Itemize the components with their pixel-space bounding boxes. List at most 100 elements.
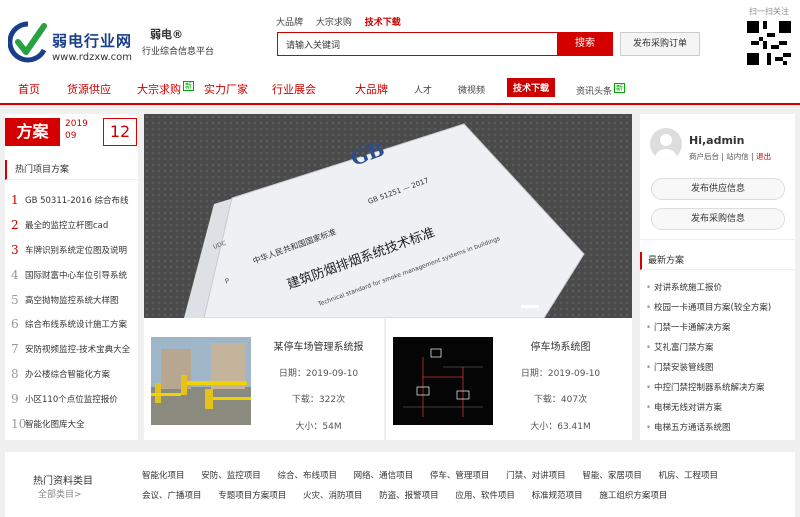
list-item[interactable]: 门禁一卡通解决方案 xyxy=(646,318,791,338)
category-link[interactable]: 施工组织方案项目 xyxy=(599,491,667,501)
search-tab-bulk[interactable]: 大宗求购 xyxy=(316,18,352,28)
latest-heading: 最新方案 xyxy=(640,252,795,270)
avatar[interactable] xyxy=(650,128,682,160)
list-item[interactable]: 艾礼富门禁方案 xyxy=(646,338,791,358)
category-link[interactable]: 综合、布线项目 xyxy=(277,471,337,481)
banner-photo: GB GB 51251 — 2017 中华人民共和国国家标准 建筑防烟排烟系统技… xyxy=(144,114,632,318)
download-card[interactable]: 停车场系统图 日期：2019-09-10 下载：407次 大小：63.41M xyxy=(386,318,632,440)
list-item[interactable]: 6 综合布线系统设计施工方案 xyxy=(5,312,138,337)
qr-label: 扫一扫关注 xyxy=(749,7,789,16)
category-link[interactable]: 会议、广播项目 xyxy=(142,491,202,501)
list-item[interactable]: 4 国际财富中心车位引导系统 xyxy=(5,262,138,287)
user-panel: Hi,admin 商户后台 | 站内信 | 退出 发布供应信息 发布采购信息 xyxy=(640,114,795,240)
nav-item-video[interactable]: 微视频 xyxy=(458,83,485,96)
card-date: 日期：2019-09-10 xyxy=(520,369,601,379)
categories-panel: 热门资料类目 全部类目> 智能化项目 安防、监控项目 综合、布线项目 网络、通信… xyxy=(5,452,795,517)
card-title[interactable]: 停车场系统图 xyxy=(498,338,623,353)
category-link[interactable]: 停车、管理项目 xyxy=(430,471,490,481)
user-greeting: Hi,admin xyxy=(689,134,745,147)
download-card[interactable]: 某停车场管理系统报 日期：2019-09-10 下载：322次 大小：54M xyxy=(144,318,384,440)
slogan-tagline: 行业综合信息平台 xyxy=(142,47,215,57)
carousel-indicator[interactable] xyxy=(521,305,539,308)
right-column: Hi,admin 商户后台 | 站内信 | 退出 发布供应信息 发布采购信息 最… xyxy=(640,114,795,440)
logo-mark-icon xyxy=(8,21,47,63)
category-link[interactable]: 门禁、对讲项目 xyxy=(506,471,566,481)
publish-order-button[interactable]: 发布采购订单 xyxy=(620,32,700,56)
left-column: 方案 2019 09 12 热门项目方案 1 GB 50311-2016 综合布线 … xyxy=(5,114,138,440)
publish-purchase-button[interactable]: 发布采购信息 xyxy=(651,208,785,230)
nav-item-supply[interactable]: 货源供应 xyxy=(67,81,111,97)
list-item[interactable]: 7 安防视频监控-技术宝典大全 xyxy=(5,337,138,362)
card-downloads: 下载：322次 xyxy=(291,395,346,405)
logo-name: 弱电行业网 xyxy=(52,32,133,50)
parking-photo-thumb[interactable] xyxy=(151,337,251,425)
nav-item-talent[interactable]: 人才 xyxy=(414,83,432,96)
nav-item-expo[interactable]: 行业展会 xyxy=(272,81,316,97)
search-input[interactable]: 请输入关键词 xyxy=(277,32,557,56)
main-nav: 首页 货源供应 大宗求购新 实力厂家 行业展会 大品牌 人才 微视频 技术下载 … xyxy=(0,73,800,105)
category-link[interactable]: 标准规范项目 xyxy=(532,491,583,501)
category-row: 会议、广播项目 专题项目方案项目 火灾、消防项目 防盗、报警项目 应用、软件项目… xyxy=(142,489,681,501)
category-row: 智能化项目 安防、监控项目 综合、布线项目 网络、通信项目 停车、管理项目 门禁… xyxy=(142,469,732,481)
all-categories-link[interactable]: 全部类目> xyxy=(38,487,82,500)
nav-item-bulk[interactable]: 大宗求购新 xyxy=(137,81,194,97)
qr-block: 扫一扫关注 xyxy=(740,6,798,69)
list-item[interactable]: 8 办公楼综合智能化方案 xyxy=(5,362,138,387)
logout-link[interactable]: 退出 xyxy=(756,152,771,161)
card-date: 日期：2019-09-10 xyxy=(278,369,359,379)
day-number: 12 xyxy=(103,118,137,146)
list-item[interactable]: 10 智能化图库大全 xyxy=(5,411,138,436)
category-link[interactable]: 网络、通信项目 xyxy=(354,471,414,481)
search-tab-download[interactable]: 技术下载 xyxy=(365,18,401,28)
logo-url: www.rdzxw.com xyxy=(52,52,133,63)
list-item[interactable]: 2 最全的监控立杆图cad xyxy=(5,213,138,238)
banner-image[interactable]: GB GB 51251 — 2017 中华人民共和国国家标准 建筑防烟排烟系统技… xyxy=(144,114,632,318)
qr-code-icon xyxy=(747,21,791,65)
list-item[interactable]: 1 GB 50311-2016 综合布线 xyxy=(5,188,138,213)
category-link[interactable]: 应用、软件项目 xyxy=(455,491,515,501)
inbox-link[interactable]: 站内信 xyxy=(726,152,749,161)
card-downloads: 下载：407次 xyxy=(533,395,588,405)
header: 弱电行业网 www.rdzxw.com 弱电® 行业综合信息平台 大品牌 大宗求… xyxy=(0,0,800,73)
category-link[interactable]: 智能、家居项目 xyxy=(582,471,642,481)
nav-item-brand[interactable]: 大品牌 xyxy=(355,81,388,97)
category-link[interactable]: 火灾、消防项目 xyxy=(303,491,363,501)
list-item[interactable]: 校园一卡通项目方案(较全方案) xyxy=(646,298,791,318)
site-logo[interactable]: 弱电行业网 www.rdzxw.com xyxy=(8,20,138,68)
date-header: 方案 2019 09 12 xyxy=(5,114,138,150)
backend-link[interactable]: 商户后台 xyxy=(689,152,719,161)
list-item[interactable]: 电梯无线对讲方案 xyxy=(646,398,791,418)
latest-list: 对讲系统施工报价 校园一卡通项目方案(较全方案) 门禁一卡通解决方案 艾礼富门禁… xyxy=(646,278,791,438)
category-link[interactable]: 专题项目方案项目 xyxy=(218,491,286,501)
nav-item-home[interactable]: 首页 xyxy=(18,81,40,97)
nav-item-factory[interactable]: 实力厂家 xyxy=(204,81,248,97)
slogan: 弱电® 行业综合信息平台 xyxy=(142,26,222,57)
category-link[interactable]: 智能化项目 xyxy=(142,471,185,481)
hot-heading: 热门项目方案 xyxy=(5,160,138,180)
list-item[interactable]: 3 车牌识别系统定位图及说明 xyxy=(5,238,138,263)
search-tab-brand[interactable]: 大品牌 xyxy=(276,18,303,28)
category-link[interactable]: 防盗、报警项目 xyxy=(379,491,439,501)
publish-supply-button[interactable]: 发布供应信息 xyxy=(651,178,785,200)
card-title[interactable]: 某停车场管理系统报 xyxy=(256,338,381,353)
user-icon xyxy=(655,134,677,160)
nav-item-download[interactable]: 技术下载 xyxy=(507,78,556,97)
list-item[interactable]: 9 小区110个点位监控报价 xyxy=(5,386,138,411)
user-links: 商户后台 | 站内信 | 退出 xyxy=(689,152,772,161)
list-item[interactable]: 中控门禁控制器系统解决方案 xyxy=(646,378,791,398)
category-link[interactable]: 安防、监控项目 xyxy=(201,471,261,481)
slogan-brand: 弱电® xyxy=(150,28,183,41)
list-item[interactable]: 电梯五方通话系统图 xyxy=(646,418,791,438)
list-item[interactable]: 5 高空抛物监控系统大样图 xyxy=(5,287,138,312)
list-item[interactable]: 对讲系统施工报价 xyxy=(646,278,791,298)
year-month: 2019 09 xyxy=(65,119,88,141)
categories-heading: 热门资料类目 xyxy=(33,476,93,487)
diagram-thumb[interactable] xyxy=(393,337,493,425)
category-link[interactable]: 机房、工程项目 xyxy=(659,471,719,481)
hot-list: 1 GB 50311-2016 综合布线 2 最全的监控立杆图cad 3 车牌识别系统… xyxy=(5,188,138,436)
search-button[interactable]: 搜索 xyxy=(557,32,613,56)
new-badge: 新 xyxy=(614,83,626,93)
nav-item-news[interactable]: 资讯头条新 xyxy=(576,83,626,97)
card-size: 大小：54M xyxy=(295,422,342,432)
list-item[interactable]: 门禁安装管线图 xyxy=(646,358,791,378)
